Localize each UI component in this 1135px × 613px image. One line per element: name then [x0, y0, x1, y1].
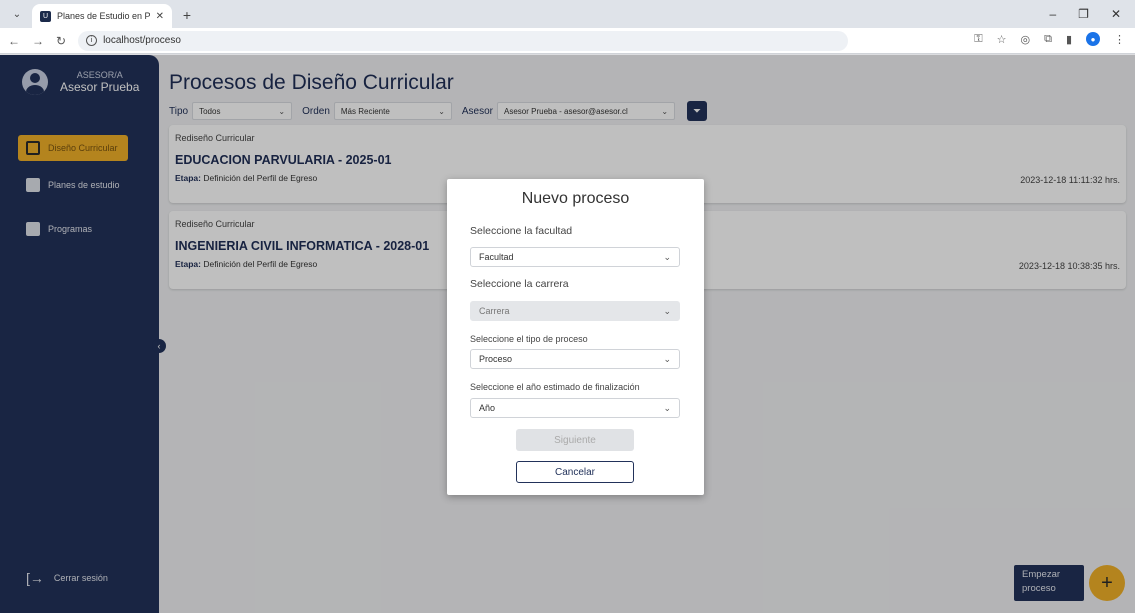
tipo-proceso-value: Proceso — [479, 354, 513, 364]
chevron-down-icon: ⌄ — [663, 353, 671, 364]
bookmark-star-icon[interactable]: ☆ — [997, 33, 1007, 46]
window-controls: – ❐ ✕ — [1049, 0, 1135, 28]
key-icon[interactable]: ⚿ — [974, 33, 982, 46]
back-icon[interactable]: ← — [8, 34, 20, 48]
menu-kebab-icon[interactable]: ⋮ — [1114, 33, 1125, 46]
sidepanel-icon[interactable]: ▮ — [1066, 33, 1072, 46]
site-info-icon[interactable]: i — [86, 35, 98, 46]
restore-icon[interactable]: ❐ — [1078, 7, 1089, 21]
anio-value: Año — [479, 403, 496, 413]
modal-title: Nuevo proceso — [521, 190, 630, 207]
new-tab-button[interactable]: + — [176, 4, 198, 26]
carrera-select[interactable]: Carrera ⌄ — [470, 301, 680, 321]
close-tab-icon[interactable]: ✕ — [156, 11, 164, 22]
carrera-value: Carrera — [479, 306, 510, 316]
facultad-label: Seleccione la facultad — [470, 225, 573, 237]
site-favicon-icon: U — [40, 10, 51, 22]
cancel-button[interactable]: Cancelar — [516, 461, 634, 483]
tipo-proceso-select[interactable]: Proceso ⌄ — [470, 349, 680, 369]
url-text: localhost/proceso — [103, 35, 181, 46]
carrera-label: Seleccione la carrera — [470, 278, 569, 290]
tab-list-button[interactable]: ⌄ — [6, 3, 28, 25]
facultad-select[interactable]: Facultad ⌄ — [470, 247, 680, 267]
minimize-icon[interactable]: – — [1049, 7, 1056, 21]
browser-tabbar: ⌄ U Planes de Estudio en Proceso - ✕ + –… — [0, 0, 1135, 28]
facultad-value: Facultad — [479, 252, 514, 262]
tab-title: Planes de Estudio en Proceso - — [57, 11, 150, 21]
extension-icon[interactable]: ◎ — [1020, 33, 1030, 46]
address-bar: ← → ↻ i localhost/proceso ⚿ ☆ ◎ ⧉ ▮ ● ⋮ — [0, 28, 1135, 54]
close-window-icon[interactable]: ✕ — [1111, 7, 1121, 21]
profile-icon[interactable]: ● — [1086, 32, 1100, 46]
forward-icon[interactable]: → — [32, 34, 44, 48]
anio-select[interactable]: Año ⌄ — [470, 398, 680, 418]
puzzle-icon[interactable]: ⧉ — [1044, 33, 1052, 46]
tipo-proceso-label: Seleccione el tipo de proceso — [470, 334, 588, 344]
new-process-modal: Nuevo proceso Seleccione la facultad Fac… — [447, 179, 704, 495]
anio-label: Seleccione el año estimado de finalizaci… — [470, 382, 640, 392]
url-field[interactable]: i localhost/proceso — [78, 30, 849, 51]
next-button[interactable]: Siguiente — [516, 429, 634, 451]
chevron-down-icon: ⌄ — [663, 251, 671, 262]
browser-tab[interactable]: U Planes de Estudio en Proceso - ✕ — [32, 4, 172, 28]
chevron-down-icon: ⌄ — [663, 305, 671, 316]
reload-icon[interactable]: ↻ — [56, 34, 66, 48]
chevron-down-icon: ⌄ — [663, 402, 671, 413]
